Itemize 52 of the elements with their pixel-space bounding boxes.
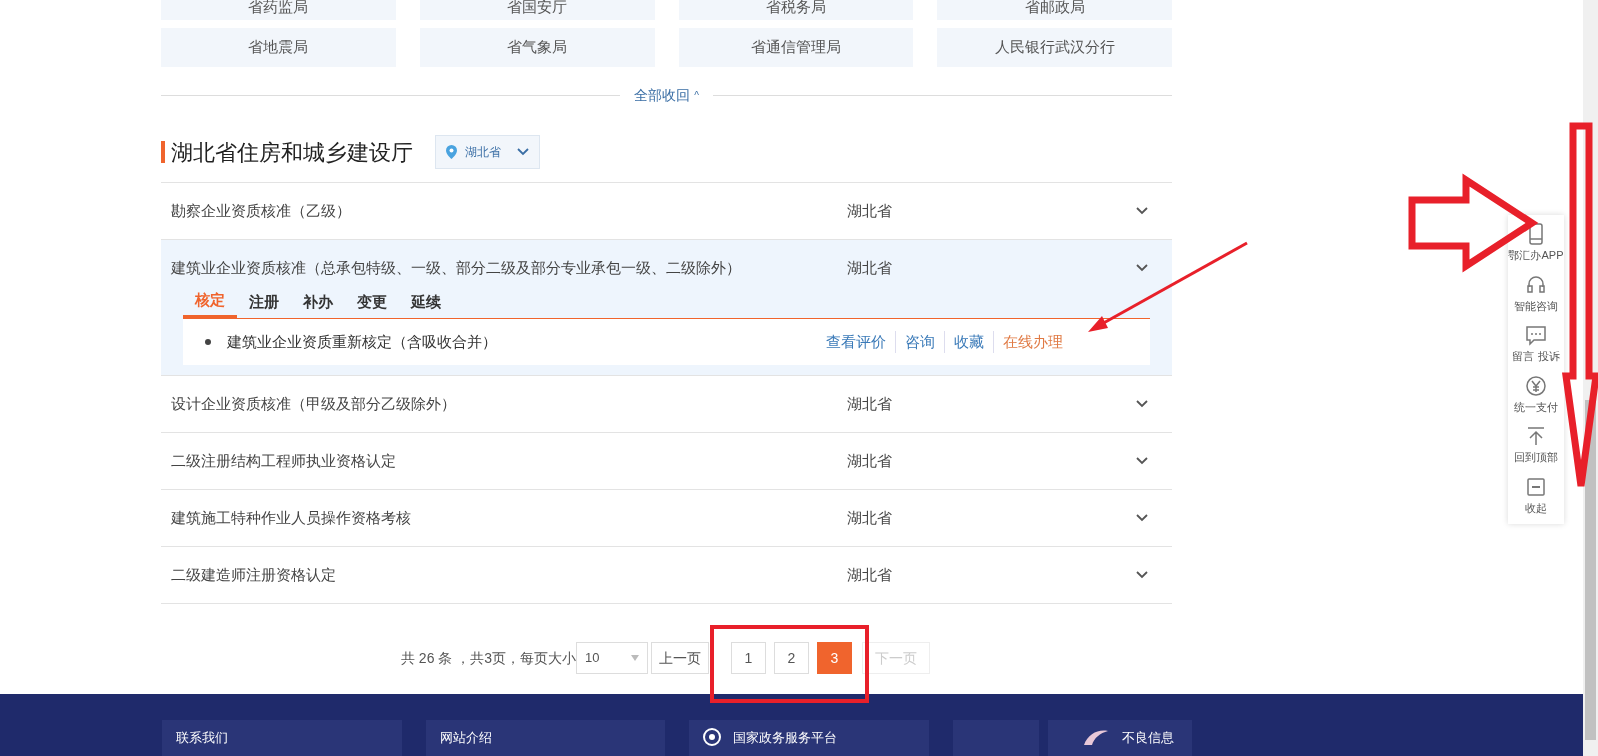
previous-page-button[interactable]: 上一页 [651,642,709,674]
row-region: 湖北省 [847,393,893,414]
side-toolbar-item[interactable]: 智能咨询 [1508,273,1564,314]
side-toolbar-item[interactable]: 回到顶部 [1508,425,1564,466]
list-row[interactable]: 二级注册结构工程师执业资格认定 湖北省 [161,433,1172,490]
row-title[interactable]: 勘察企业资质核准（乙级） [171,199,847,223]
action-link[interactable]: 咨询 [896,330,945,354]
side-toolbar-item[interactable]: 统一支付 [1508,374,1564,415]
footer-text[interactable]: 网站介绍 [440,728,492,748]
side-toolbar-item[interactable]: 留言 投诉 [1508,324,1564,365]
row-title[interactable]: 建筑施工特种作业人员操作资格考核 [171,506,847,530]
pagination-summary: 共 26 条 ，共3页，每页大小 [401,648,576,668]
page-button[interactable]: 2 [774,642,809,674]
side-toolbar-item[interactable]: 收起 [1508,475,1564,516]
footer-text[interactable]: 不良信息 [1122,728,1174,748]
action-link[interactable]: 收藏 [945,330,994,354]
row-title[interactable]: 二级注册结构工程师执业资格认定 [171,449,847,473]
department-button[interactable]: 省邮政局 [937,0,1172,20]
footer-text[interactable]: 国家政务服务平台 [733,728,837,748]
row-title[interactable]: 设计企业资质核准（甲级及部分乙级除外） [171,392,847,416]
department-button[interactable]: 省通信管理局 [678,28,914,67]
list-row[interactable]: 建筑施工特种作业人员操作资格考核 湖北省 [161,490,1172,547]
service-item-title[interactable]: 建筑业企业资质重新核定（含吸收合并） [227,330,817,354]
row-region: 湖北省 [847,507,893,528]
footer-text[interactable]: 联系我们 [176,728,228,748]
section-title: 湖北省住房和城乡建设厅 [171,138,413,167]
department-button[interactable]: 省地震局 [161,28,396,67]
service-tab[interactable]: 注册 [237,286,291,318]
region-dropdown[interactable]: 湖北省 [435,135,540,169]
row-title[interactable]: 建筑业企业资质核准（总承包特级、一级、部分二级及部分专业承包一级、二级除外） [171,256,847,280]
list-row[interactable]: 设计企业资质核准（甲级及部分乙级除外） 湖北省 [161,376,1172,433]
page-button[interactable]: 1 [731,642,766,674]
service-tab[interactable]: 补办 [291,286,345,318]
department-button[interactable]: 省国安厅 [419,0,655,20]
service-tab[interactable]: 变更 [345,286,399,318]
list-row[interactable]: 建筑业企业资质核准（总承包特级、一级、部分二级及部分专业承包一级、二级除外） 湖北省 核定 注册 补办 变更 延续 建筑业企业资质重新核定（含吸收合并） 查看评价 咨询 收藏 在线办理 [161,240,1172,376]
caret-up-icon: ^ [694,87,699,103]
row-region: 湖北省 [847,564,893,585]
department-button[interactable]: 省药监局 [161,0,396,20]
list-row[interactable]: 二级建造师注册资格认定 湖北省 [161,547,1172,604]
side-toolbar-item[interactable]: 鄂汇办APP [1508,223,1564,264]
department-button[interactable]: 省税务局 [678,0,914,20]
row-region: 湖北省 [847,450,893,471]
page-size-select[interactable]: 10 [576,642,648,674]
department-button[interactable]: 人民银行武汉分行 [937,28,1172,67]
row-region: 湖北省 [847,257,893,278]
department-button[interactable]: 省气象局 [419,28,655,67]
collapse-all-link[interactable]: 全部收回 ^ [620,84,713,106]
row-title[interactable]: 二级建造师注册资格认定 [171,563,847,587]
service-tab[interactable]: 延续 [399,286,453,318]
action-link[interactable]: 查看评价 [817,330,896,354]
row-region: 湖北省 [847,200,893,221]
